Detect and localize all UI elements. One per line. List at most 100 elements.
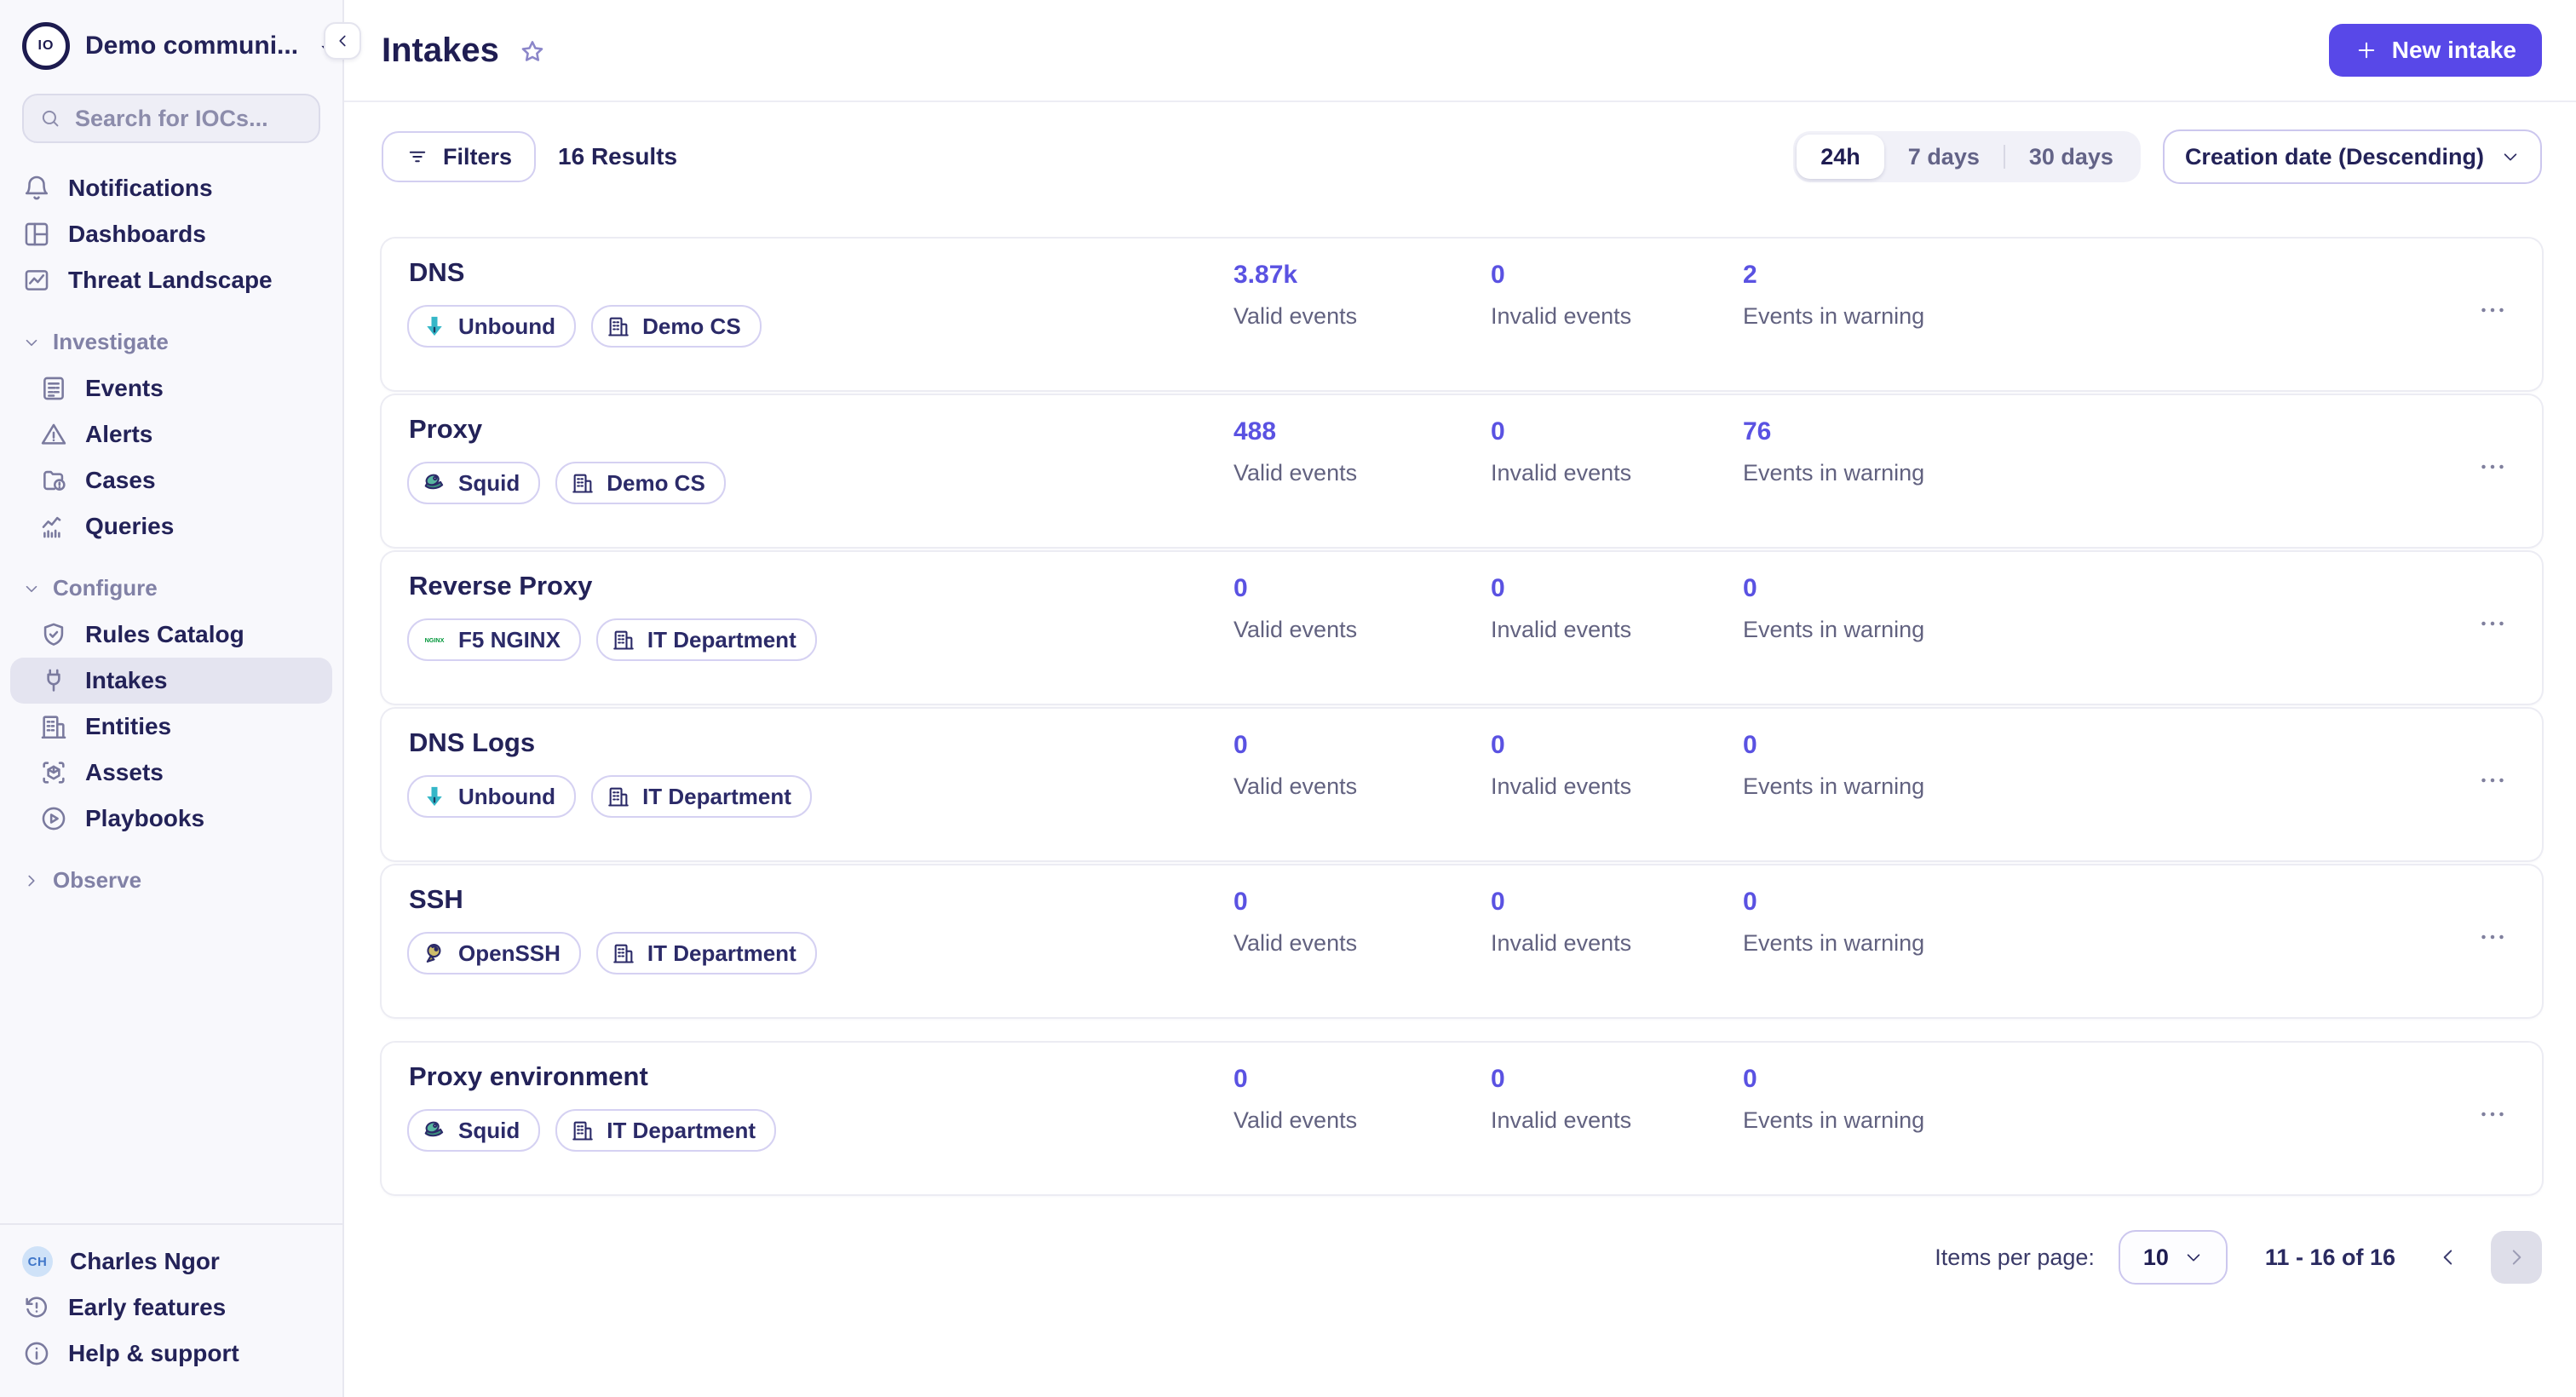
- items-per-page-label: Items per page:: [1935, 1245, 2095, 1271]
- sidebar-item-label: Dashboards: [68, 221, 206, 248]
- filters-button[interactable]: Filters: [382, 131, 536, 182]
- sidebar-section-observe[interactable]: Observe: [0, 867, 342, 894]
- intake-row[interactable]: DNS LogsUnboundIT Department0Valid event…: [382, 709, 2542, 860]
- range-button-24h[interactable]: 24h: [1797, 135, 1884, 179]
- intake-row[interactable]: Proxy environmentSquidIT Department0Vali…: [382, 1043, 2542, 1194]
- sidebar-section-label: Investigate: [53, 329, 169, 355]
- sidebar-item-threat-landscape[interactable]: Threat Landscape: [10, 257, 332, 303]
- favorite-star-icon[interactable]: [518, 37, 547, 66]
- plus-icon: [2355, 38, 2378, 62]
- sidebar-item-rules-catalog[interactable]: Rules Catalog: [10, 612, 332, 658]
- sort-dropdown[interactable]: Creation date (Descending): [2163, 129, 2542, 184]
- badge-demo-cs[interactable]: Demo CS: [591, 305, 762, 348]
- chevron-left-icon: [333, 32, 352, 50]
- warning-events-count[interactable]: 0: [1743, 888, 1924, 917]
- invalid-events-count[interactable]: 0: [1491, 888, 1631, 917]
- sidebar-item-intakes[interactable]: Intakes: [10, 658, 332, 704]
- row-menu-button[interactable]: [2477, 1099, 2508, 1130]
- warning-events-count[interactable]: 76: [1743, 417, 1924, 446]
- valid-events-count[interactable]: 3.87k: [1233, 261, 1357, 290]
- warning-events-count[interactable]: 0: [1743, 574, 1924, 603]
- sidebar-item-assets[interactable]: Assets: [10, 750, 332, 796]
- sidebar-item-label: Threat Landscape: [68, 267, 273, 294]
- intake-name: DNS: [409, 257, 464, 288]
- intake-row[interactable]: DNSUnboundDemo CS3.87kValid events0Inval…: [382, 239, 2542, 390]
- badge-unbound[interactable]: Unbound: [407, 305, 576, 348]
- previous-page-button[interactable]: [2429, 1239, 2467, 1276]
- items-per-page-select[interactable]: 10: [2119, 1230, 2228, 1285]
- time-range-segment: 24h7 days30 days: [1793, 131, 2141, 182]
- valid-events-count[interactable]: 0: [1233, 1065, 1357, 1094]
- badge-it-department[interactable]: IT Department: [555, 1109, 776, 1152]
- valid-events-count[interactable]: 0: [1233, 888, 1357, 917]
- sidebar-item-charles-ngor[interactable]: CHCharles Ngor: [10, 1239, 332, 1285]
- sidebar-nav: Notifications Dashboards Threat Landscape I…: [0, 143, 342, 904]
- badge-openssh[interactable]: OpenSSH: [407, 932, 581, 974]
- valid-events-count[interactable]: 0: [1233, 574, 1357, 603]
- invalid-events-count[interactable]: 0: [1491, 417, 1631, 446]
- badge-squid[interactable]: Squid: [407, 1109, 540, 1152]
- range-button-30-days[interactable]: 30 days: [2005, 135, 2137, 179]
- badge-unbound[interactable]: Unbound: [407, 775, 576, 818]
- filter-icon: [405, 145, 429, 169]
- chevron-down-icon: [2501, 147, 2520, 166]
- sidebar-item-notifications[interactable]: Notifications: [10, 165, 332, 211]
- invalid-events-count[interactable]: 0: [1491, 261, 1631, 290]
- range-button-7-days[interactable]: 7 days: [1884, 135, 2004, 179]
- next-page-button[interactable]: [2491, 1231, 2542, 1284]
- badge-squid[interactable]: Squid: [407, 462, 540, 504]
- warning-events-count[interactable]: 0: [1743, 1065, 1924, 1094]
- org-switcher[interactable]: IO Demo communi...: [0, 0, 342, 70]
- sidebar-section-investigate[interactable]: Investigate: [0, 329, 342, 355]
- new-intake-button[interactable]: New intake: [2329, 24, 2542, 77]
- sidebar-item-label: Intakes: [85, 667, 168, 694]
- sidebar-item-cases[interactable]: Cases: [10, 457, 332, 503]
- row-menu-button[interactable]: [2477, 451, 2508, 482]
- row-menu-button[interactable]: [2477, 922, 2508, 952]
- sidebar-item-label: Cases: [85, 467, 156, 494]
- search-input[interactable]: Search for IOCs...: [22, 94, 320, 143]
- row-menu-button[interactable]: [2477, 608, 2508, 639]
- sidebar-section-configure[interactable]: Configure: [0, 575, 342, 601]
- badge-it-department[interactable]: IT Department: [596, 618, 817, 661]
- sidebar-item-alerts[interactable]: Alerts: [10, 411, 332, 457]
- intake-list: DNS Unbound Demo CS 3.87k Valid events 0 Inval…: [344, 239, 2576, 1199]
- badge-it-department[interactable]: IT Department: [596, 932, 817, 974]
- sidebar-item-label: Notifications: [68, 175, 213, 202]
- invalid-events-count[interactable]: 0: [1491, 574, 1631, 603]
- sidebar-item-queries[interactable]: Queries: [10, 503, 332, 549]
- invalid-events-count[interactable]: 0: [1491, 1065, 1631, 1094]
- sidebar-section-label: Configure: [53, 575, 158, 601]
- warning-events-count[interactable]: 2: [1743, 261, 1924, 290]
- badge-it-department[interactable]: IT Department: [591, 775, 812, 818]
- sidebar-item-events[interactable]: Events: [10, 365, 332, 411]
- warning-events-label: Events in warning: [1743, 773, 1924, 800]
- sidebar-item-playbooks[interactable]: Playbooks: [10, 796, 332, 842]
- openssh-icon: [423, 941, 446, 965]
- badge-label: IT Department: [607, 1118, 756, 1144]
- sidebar-item-dashboards[interactable]: Dashboards: [10, 211, 332, 257]
- valid-events-label: Valid events: [1233, 460, 1357, 486]
- row-menu-button[interactable]: [2477, 765, 2508, 796]
- warning-events-count[interactable]: 0: [1743, 731, 1924, 760]
- intake-row[interactable]: Reverse ProxyNGINXF5 NGINXIT Department0…: [382, 552, 2542, 704]
- intake-row[interactable]: ProxySquidDemo CS488Valid events0Invalid…: [382, 395, 2542, 547]
- sidebar-item-help-support[interactable]: Help & support: [10, 1331, 332, 1377]
- row-menu-button[interactable]: [2477, 295, 2508, 325]
- unbound-icon: [423, 785, 446, 808]
- badge-f5-nginx[interactable]: NGINXF5 NGINX: [407, 618, 581, 661]
- valid-events-label: Valid events: [1233, 617, 1357, 643]
- chevron-down-icon: [22, 579, 41, 598]
- badge-label: Squid: [458, 1118, 520, 1144]
- chevron-left-icon: [2437, 1246, 2459, 1268]
- sidebar-item-early-features[interactable]: Early features: [10, 1285, 332, 1331]
- sidebar-collapse-button[interactable]: [324, 22, 361, 60]
- invalid-events-label: Invalid events: [1491, 460, 1631, 486]
- valid-events-count[interactable]: 488: [1233, 417, 1357, 446]
- valid-events-count[interactable]: 0: [1233, 731, 1357, 760]
- intake-row[interactable]: SSHOpenSSHIT Department0Valid events0Inv…: [382, 865, 2542, 1017]
- invalid-events-count[interactable]: 0: [1491, 731, 1631, 760]
- badge-demo-cs[interactable]: Demo CS: [555, 462, 726, 504]
- badge-label: F5 NGINX: [458, 627, 561, 653]
- sidebar-item-entities[interactable]: Entities: [10, 704, 332, 750]
